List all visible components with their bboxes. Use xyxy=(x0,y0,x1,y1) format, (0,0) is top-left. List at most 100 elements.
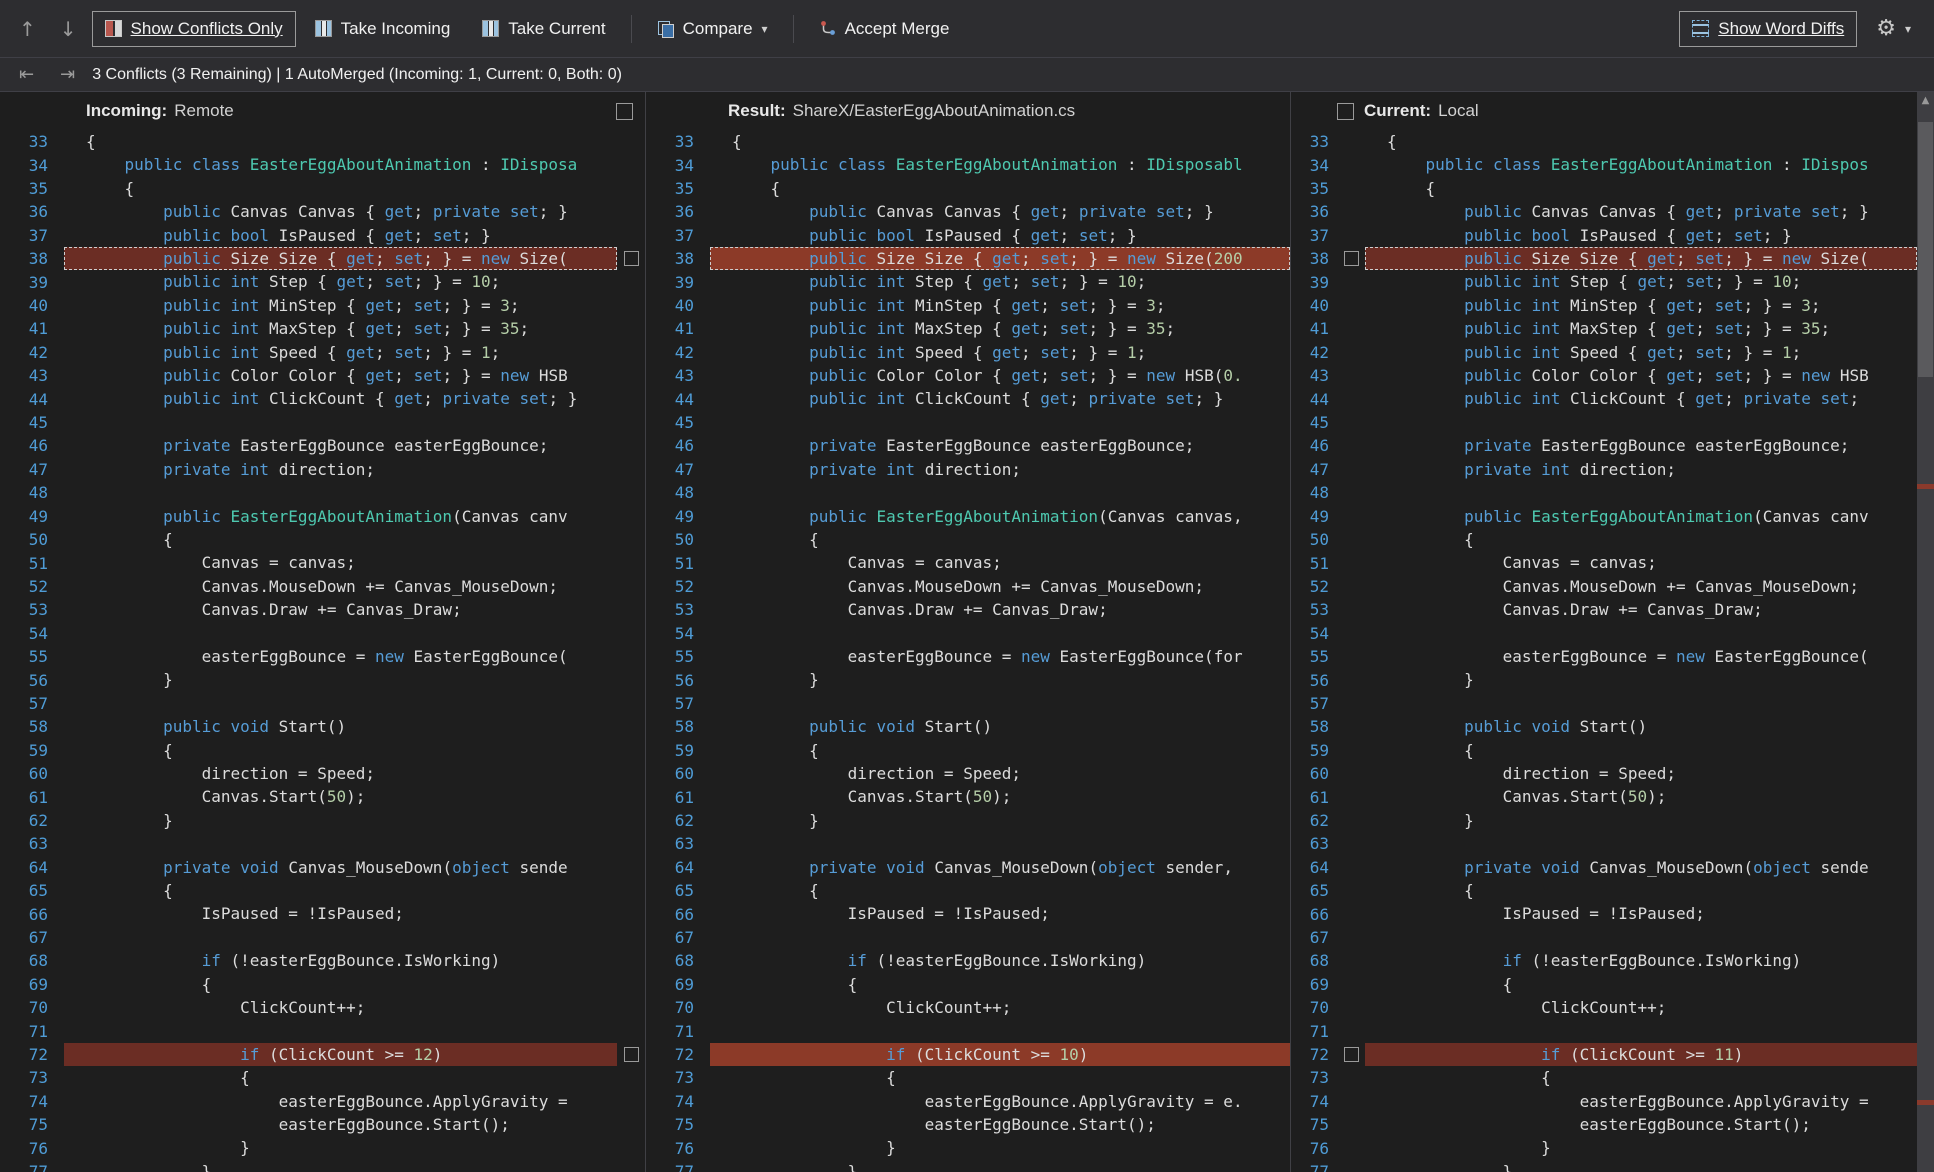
code-text: IsPaused = !IsPaused; xyxy=(1502,904,1705,924)
chevron-down-icon: ▾ xyxy=(1904,21,1911,36)
code-line: 73 { xyxy=(646,1066,1290,1089)
line-number: 58 xyxy=(28,717,48,737)
code-text: private int direction; xyxy=(1464,459,1677,479)
take-incoming-button[interactable]: Take Incoming xyxy=(302,11,464,47)
vertical-scrollbar[interactable]: ▲ xyxy=(1917,92,1934,1172)
line-number: 52 xyxy=(28,576,48,596)
line-number: 49 xyxy=(1309,506,1329,526)
code-text: private int direction; xyxy=(809,459,1022,479)
line-number: 69 xyxy=(1309,974,1329,994)
code-text: easterEggBounce = new EasterEggBounce(fo… xyxy=(847,646,1243,666)
code-line: 71 xyxy=(646,1019,1290,1042)
line-number: 72 xyxy=(28,1045,48,1065)
result-code-editor[interactable]: 33 {34 public class EasterEggAboutAnimati… xyxy=(646,130,1290,1172)
code-line: 56 } xyxy=(0,668,645,691)
code-line: 60 direction = Speed; xyxy=(646,762,1290,785)
code-line: 58 public void Start() xyxy=(646,715,1290,738)
code-line: 36 public Canvas Canvas { get; private s… xyxy=(0,200,645,223)
line-number: 59 xyxy=(28,740,48,760)
line-number: 44 xyxy=(1309,389,1329,409)
code-line: 63 xyxy=(646,832,1290,855)
incoming-pane-checkbox[interactable] xyxy=(616,102,633,120)
code-text: Canvas = canvas; xyxy=(1502,553,1657,573)
take-current-button[interactable]: Take Current xyxy=(469,11,618,47)
checkbox-column xyxy=(1337,251,1365,267)
previous-conflict-button[interactable]: ↑ xyxy=(10,11,45,47)
code-text: } xyxy=(732,1161,858,1172)
current-pane-checkbox[interactable] xyxy=(1337,102,1354,120)
code-text: if (!easterEggBounce.IsWorking) xyxy=(847,951,1147,971)
code-line: 54 xyxy=(1291,622,1917,645)
code-text: public int ClickCount { get; private set… xyxy=(163,389,578,409)
code-text: public Size Size { get; set; } = new Siz… xyxy=(1365,247,1917,271)
code-line: 61 Canvas.Start(50); xyxy=(646,785,1290,808)
line-number: 59 xyxy=(1309,740,1329,760)
incoming-code-editor[interactable]: 33 {34 public class EasterEggAboutAnimati… xyxy=(0,130,645,1172)
code-line: 60 direction = Speed; xyxy=(1291,762,1917,785)
line-number: 51 xyxy=(1309,553,1329,573)
go-to-last-conflict-button[interactable]: ⇥ xyxy=(51,56,84,93)
line-number: 68 xyxy=(28,951,48,971)
code-text: public int Step { get; set; } = 10; xyxy=(163,272,501,292)
line-number: 65 xyxy=(28,881,48,901)
scrollbar-thumb[interactable] xyxy=(1918,122,1933,377)
show-conflicts-only-button[interactable]: Show Conflicts Only xyxy=(91,10,296,47)
code-text: } xyxy=(1387,1138,1551,1158)
code-text: { xyxy=(86,178,135,198)
accept-merge-button[interactable]: Accept Merge xyxy=(806,11,963,47)
conflict-checkbox[interactable] xyxy=(1343,1047,1359,1063)
code-text: public EasterEggAboutAnimation(Canvas ca… xyxy=(1464,506,1869,526)
compare-button[interactable]: Compare ▾ xyxy=(644,11,781,47)
up-arrow-icon: ↑ xyxy=(19,16,36,41)
code-line: 45 xyxy=(0,411,645,434)
line-number: 53 xyxy=(28,600,48,620)
code-line: 46 private EasterEggBounce easterEggBoun… xyxy=(0,434,645,457)
code-line: 70 ClickCount++; xyxy=(0,996,645,1019)
code-line: 69 { xyxy=(0,973,645,996)
line-number: 53 xyxy=(1309,600,1329,620)
code-line: 35 { xyxy=(646,177,1290,200)
code-line: 65 { xyxy=(1291,879,1917,902)
line-number: 64 xyxy=(1309,857,1329,877)
current-code-editor[interactable]: 33 {34 public class EasterEggAboutAnimati… xyxy=(1291,130,1917,1172)
line-number: 61 xyxy=(28,787,48,807)
line-number: 45 xyxy=(28,413,48,433)
code-line: 54 xyxy=(646,622,1290,645)
line-number: 75 xyxy=(1309,1115,1329,1135)
line-number: 74 xyxy=(1309,1091,1329,1111)
code-text: public Size Size { get; set; } = new Siz… xyxy=(64,247,617,271)
code-line: 48 xyxy=(1291,481,1917,504)
conflicts-diff-icon xyxy=(104,20,122,37)
line-number: 36 xyxy=(28,202,48,222)
code-text: private EasterEggBounce easterEggBounce; xyxy=(163,436,549,456)
code-text: public class EasterEggAboutAnimation : I… xyxy=(1425,155,1869,175)
code-line: 55 easterEggBounce = new EasterEggBounce… xyxy=(0,645,645,668)
scrollbar-up-arrow[interactable]: ▲ xyxy=(1917,92,1934,109)
code-line: 65 { xyxy=(646,879,1290,902)
code-text: IsPaused = !IsPaused; xyxy=(847,904,1050,924)
scrollbar-conflict-mark xyxy=(1917,1100,1934,1105)
line-number: 76 xyxy=(674,1138,694,1158)
code-line: 70 ClickCount++; xyxy=(646,996,1290,1019)
line-number: 58 xyxy=(1309,717,1329,737)
next-conflict-button[interactable]: ↓ xyxy=(51,11,86,47)
code-line: 68 if (!easterEggBounce.IsWorking) xyxy=(646,949,1290,972)
conflict-checkbox[interactable] xyxy=(623,251,639,267)
code-text: easterEggBounce = new EasterEggBounce( xyxy=(201,646,568,666)
line-number: 43 xyxy=(28,366,48,386)
code-line: 77 } xyxy=(646,1160,1290,1172)
conflict-checkbox[interactable] xyxy=(623,1047,639,1063)
code-line: 33 { xyxy=(0,130,645,153)
conflict-checkbox[interactable] xyxy=(1343,251,1359,267)
code-text: public int ClickCount { get; private set… xyxy=(809,389,1224,409)
code-text: { xyxy=(732,529,819,549)
code-line: 68 if (!easterEggBounce.IsWorking) xyxy=(0,949,645,972)
settings-button[interactable]: ⚙ ▾ xyxy=(1863,8,1924,49)
show-word-diffs-button[interactable]: Show Word Diffs xyxy=(1679,10,1858,47)
code-text: { xyxy=(1387,132,1397,151)
current-pane-header: Current: Local xyxy=(1291,92,1917,130)
go-to-first-conflict-button[interactable]: ⇤ xyxy=(10,56,43,93)
code-line: 67 xyxy=(646,926,1290,949)
line-number: 49 xyxy=(28,506,48,526)
code-line: 55 easterEggBounce = new EasterEggBounce… xyxy=(1291,645,1917,668)
